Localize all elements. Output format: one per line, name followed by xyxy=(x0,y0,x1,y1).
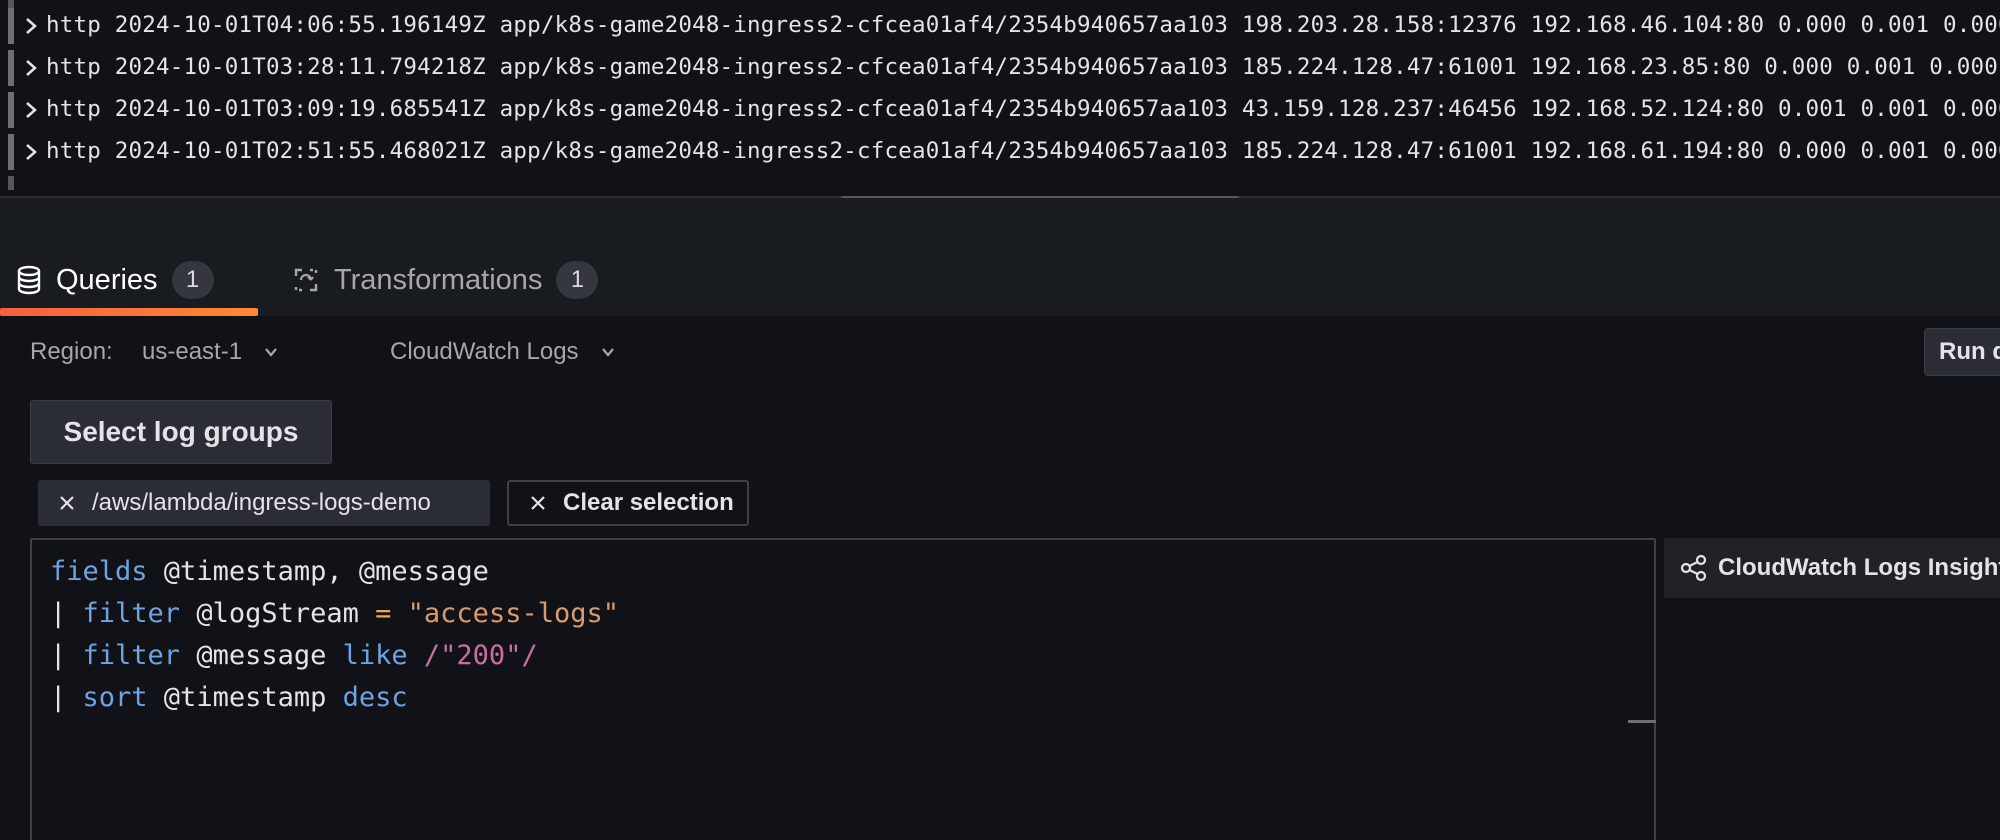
share-icon xyxy=(1680,554,1707,582)
tab-queries-label: Queries xyxy=(56,263,158,296)
clear-selection-label: Clear selection xyxy=(563,489,734,516)
query-code-editor[interactable]: fields @timestamp, @message | filter @lo… xyxy=(30,538,1656,840)
horizontal-scrollbar-thumb[interactable] xyxy=(840,196,1240,198)
database-icon xyxy=(17,265,41,295)
log-row[interactable]: http 2024-10-01T03:09:19.685541Z app/k8s… xyxy=(0,90,2000,130)
chevron-right-icon[interactable] xyxy=(22,96,42,124)
tab-queries[interactable]: Queries 1 xyxy=(16,244,214,316)
service-select[interactable]: CloudWatch Logs xyxy=(390,316,619,388)
chevron-right-icon[interactable] xyxy=(22,12,42,40)
region-label: Region: xyxy=(30,338,113,365)
selected-log-group-chip[interactable]: /aws/lambda/ingress-logs-demo xyxy=(38,480,490,526)
query-editor-panel: Region: us-east-1 CloudWatch Logs Run q … xyxy=(0,316,2000,840)
code-line-3: | filter @message like /"200"/ xyxy=(50,639,538,671)
chevron-down-icon xyxy=(601,348,614,357)
close-icon[interactable] xyxy=(58,494,76,512)
log-line: http 2024-10-01T02:51:55.468021Z app/k8s… xyxy=(46,138,2000,164)
tab-transformations[interactable]: Transformations 1 xyxy=(292,244,599,316)
chevron-down-icon xyxy=(265,348,277,357)
editor-resize-handle[interactable] xyxy=(1628,720,1656,723)
log-line: http 2024-10-01T04:06:55.196149Z app/k8s… xyxy=(46,12,2000,38)
log-row[interactable]: http 2024-10-01T03:28:11.794218Z app/k8s… xyxy=(0,48,2000,88)
tab-transformations-count: 1 xyxy=(556,261,599,299)
service-value: CloudWatch Logs xyxy=(390,338,579,365)
active-tab-indicator xyxy=(0,308,258,316)
region-select[interactable]: us-east-1 xyxy=(142,316,282,388)
tab-queries-count: 1 xyxy=(171,261,214,299)
query-tabs: Queries 1 Transformations 1 xyxy=(0,244,2000,316)
log-level-bar xyxy=(8,8,14,44)
log-row[interactable]: http 2024-10-01T04:06:55.196149Z app/k8s… xyxy=(0,6,2000,46)
code-line-4: | sort @timestamp desc xyxy=(50,681,408,713)
close-icon xyxy=(531,496,545,510)
log-level-bar xyxy=(8,134,14,170)
chevron-right-icon[interactable] xyxy=(22,54,42,82)
run-query-button[interactable]: Run q xyxy=(1924,328,2000,376)
code-line-2: | filter @logStream = "access-logs" xyxy=(50,597,619,629)
region-value: us-east-1 xyxy=(142,338,243,365)
code-line-1: fields @timestamp, @message xyxy=(50,555,489,587)
log-level-bar xyxy=(8,92,14,128)
select-log-groups-button[interactable]: Select log groups xyxy=(30,400,332,464)
log-level-bar xyxy=(8,50,14,86)
tab-transformations-label: Transformations xyxy=(334,263,543,296)
transform-icon xyxy=(294,268,318,292)
log-row[interactable]: http 2024-10-01T02:51:55.468021Z app/k8s… xyxy=(0,132,2000,172)
log-line: http 2024-10-01T03:28:11.794218Z app/k8s… xyxy=(46,54,1998,80)
insights-label: CloudWatch Logs Insights xyxy=(1718,554,2000,581)
cloudwatch-insights-link[interactable]: CloudWatch Logs Insights xyxy=(1664,538,2000,598)
selected-log-group-label: /aws/lambda/ingress-logs-demo xyxy=(92,489,431,516)
log-line: http 2024-10-01T03:09:19.685541Z app/k8s… xyxy=(46,96,2000,122)
chevron-right-icon[interactable] xyxy=(22,138,42,166)
log-rows-panel: http 2024-10-01T04:06:55.196149Z app/k8s… xyxy=(0,0,2000,198)
clear-selection-button[interactable]: Clear selection xyxy=(507,480,749,526)
